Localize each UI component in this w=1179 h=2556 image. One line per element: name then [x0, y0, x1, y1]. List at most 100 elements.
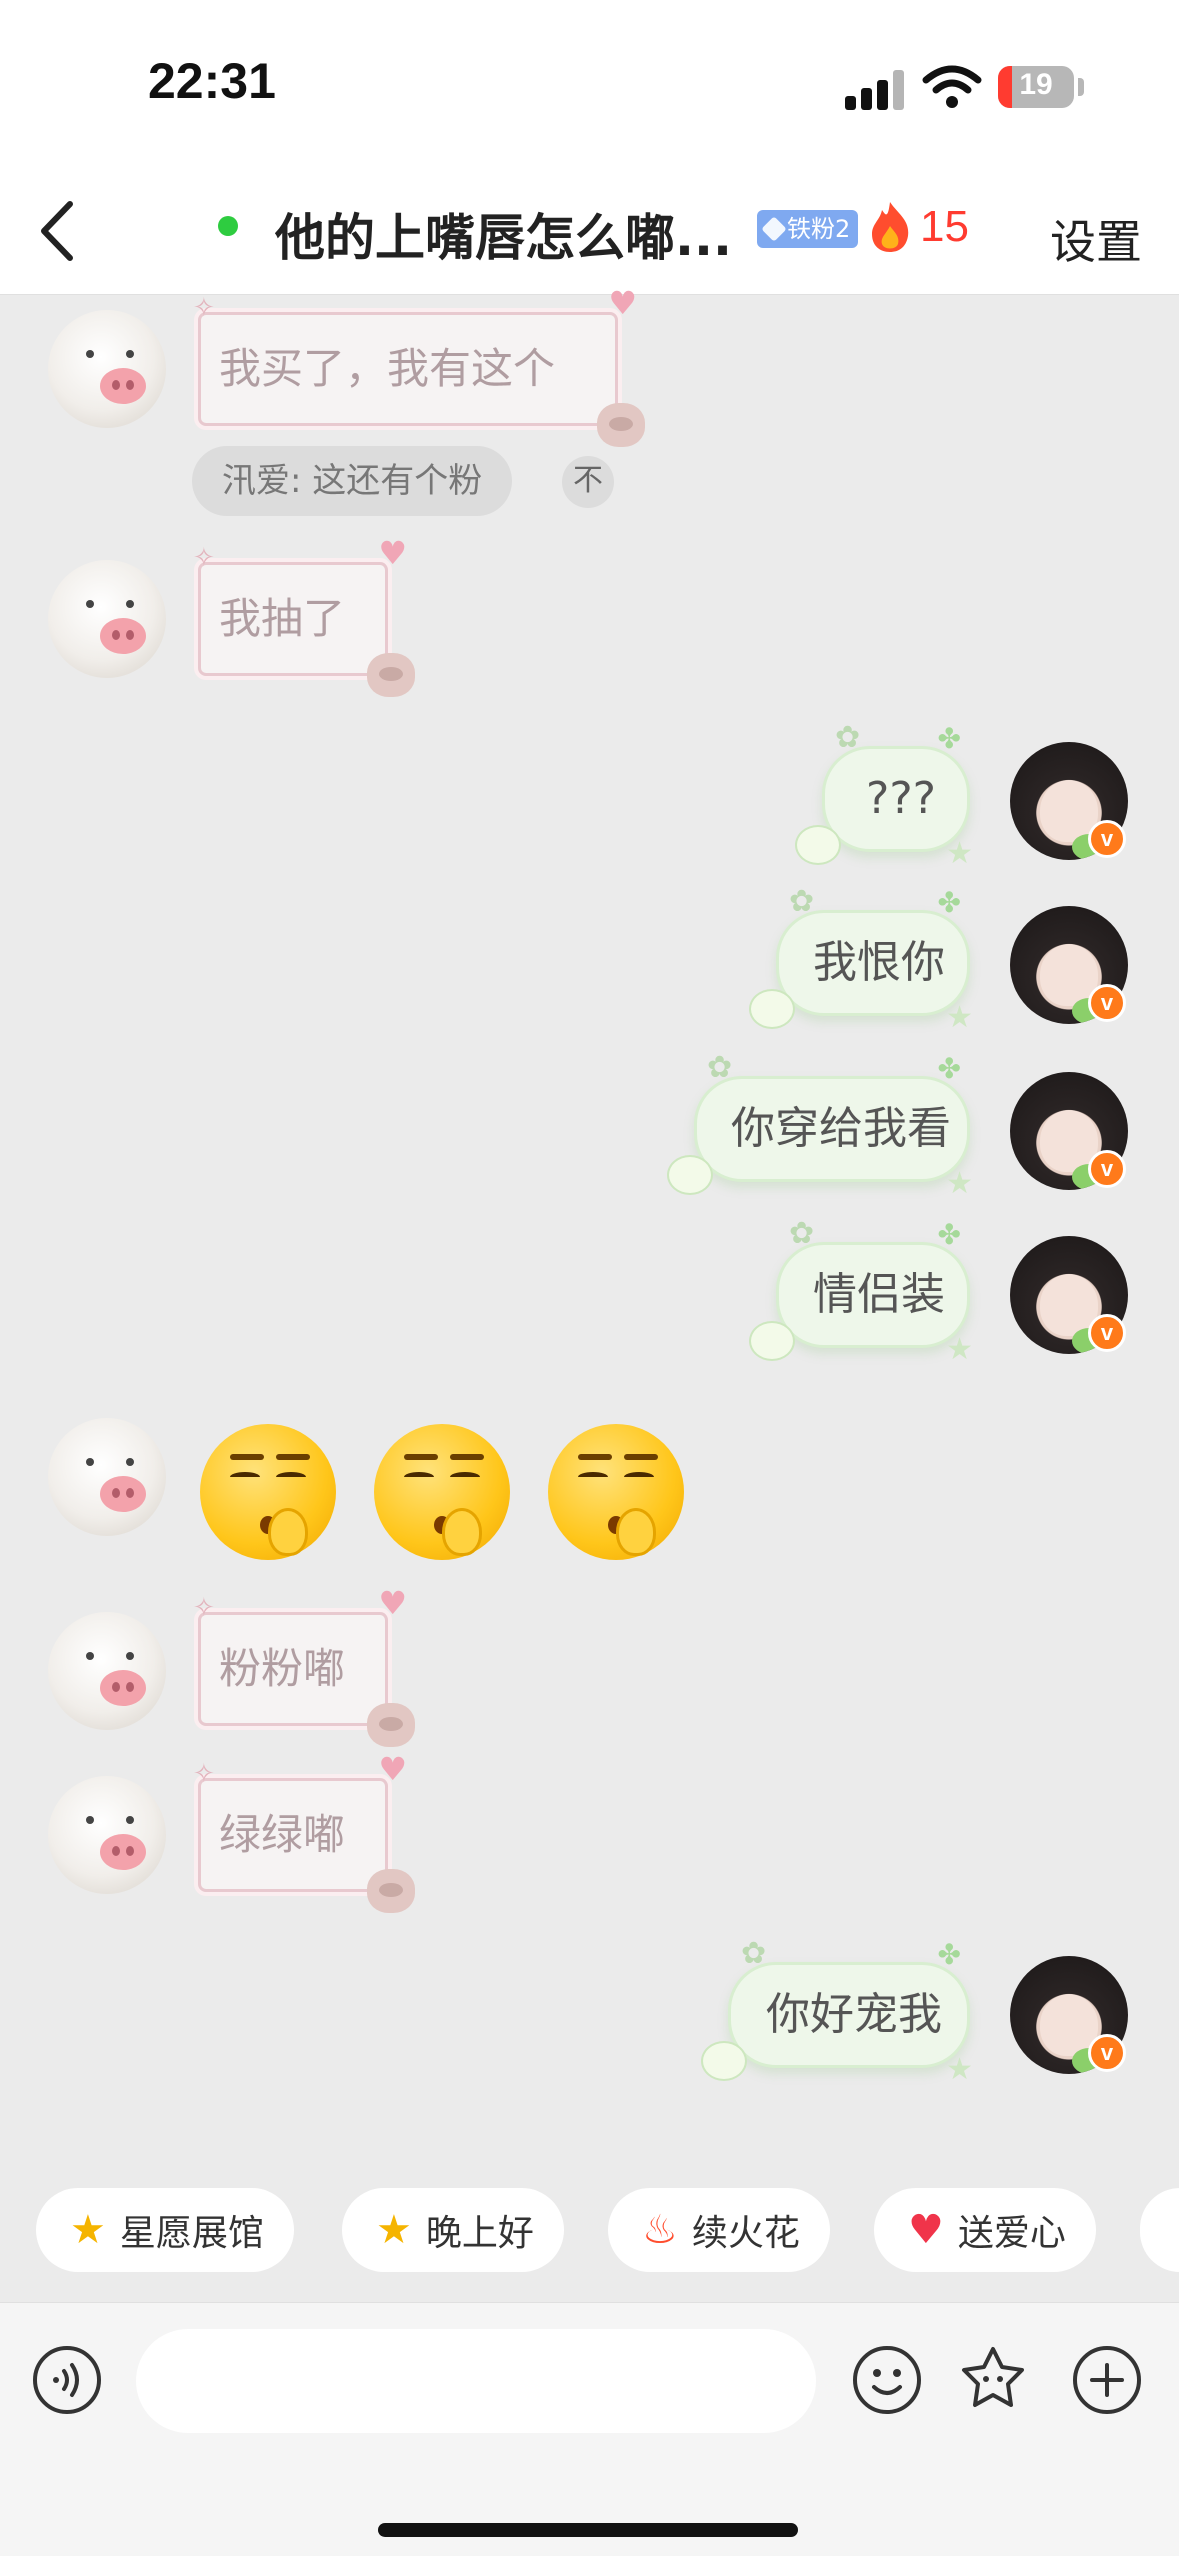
message-bubble[interactable]: ✿ 情侣装 ✤ ★ — [749, 1219, 973, 1365]
fan-level-label: 铁粉2 — [787, 215, 851, 243]
message-text: 我恨你 — [813, 937, 945, 988]
message-text: 绿绿嘟 — [219, 1810, 346, 1859]
message-bubble[interactable]: ✿ ??? ✤ ★ — [795, 723, 973, 869]
bow-icon: ✧ — [193, 543, 215, 573]
message-bubble[interactable]: ✿ 我恨你 ✤ ★ — [749, 887, 973, 1033]
star-sticker-icon: ★ — [946, 1332, 973, 1367]
fan-level-badge[interactable]: 铁粉2 — [757, 210, 859, 248]
home-indicator — [378, 2523, 798, 2537]
heart-icon: ♥ — [378, 534, 407, 572]
wifi-icon — [922, 65, 982, 108]
bear-sticker-icon — [367, 653, 415, 697]
shushing-smirk-face-icon[interactable] — [200, 1424, 336, 1560]
online-status-dot — [218, 216, 238, 236]
star-sticker-icon: ★ — [946, 836, 973, 871]
pig-avatar[interactable] — [48, 1418, 166, 1536]
settings-button[interactable]: 设置 — [1050, 206, 1142, 272]
heart-icon: ♥ — [378, 1584, 407, 1622]
quote-jump-button[interactable]: 不 — [562, 456, 614, 508]
spark-streak[interactable]: 15 — [868, 200, 969, 254]
apple-sticker-icon — [749, 1321, 795, 1361]
message-text: 我买了，我有这个 — [219, 344, 556, 393]
pig-avatar[interactable] — [48, 1776, 166, 1894]
message-text: 情侣装 — [813, 1269, 945, 1320]
chat-title[interactable]: 他的上嘴唇怎么嘟... — [275, 198, 735, 270]
heart-icon: ♥ — [378, 1750, 407, 1788]
star-sticker-icon: ★ — [946, 1166, 973, 1201]
status-time: 22:31 — [148, 53, 276, 109]
ribbon-icon: ✿ — [741, 1936, 767, 1971]
shushing-smirk-face-icon[interactable] — [374, 1424, 510, 1560]
verified-badge: v — [1088, 2034, 1126, 2072]
message-bubble[interactable]: ✿ 你好宠我 ✤ ★ — [701, 1939, 973, 2085]
star-face-icon: ★ — [376, 2207, 412, 2253]
emoji-button[interactable] — [852, 2345, 922, 2415]
clover-icon: ✤ — [937, 722, 961, 755]
pig-avatar[interactable] — [48, 310, 166, 428]
clover-icon: ✤ — [937, 1218, 961, 1251]
chip-send-heart[interactable]: ♥ 送爱心 — [874, 2188, 1096, 2272]
bear-sticker-icon — [597, 403, 645, 447]
chip-more[interactable] — [1140, 2188, 1179, 2272]
status-bar: 22:31 19 — [0, 0, 1179, 170]
message-text: 我抽了 — [219, 594, 346, 643]
chip-continue-spark[interactable]: ♨ 续火花 — [608, 2188, 830, 2272]
sticker-button[interactable] — [958, 2343, 1028, 2413]
message-bubble[interactable]: ✧ 粉粉嘟 ♥ — [193, 1587, 415, 1747]
star-sticker-icon: ★ — [946, 1000, 973, 1035]
bow-icon: ✧ — [193, 293, 215, 323]
message-bubble[interactable]: ✧ 我抽了 ♥ — [193, 537, 415, 697]
battery-percent: 19 — [1019, 68, 1053, 101]
voice-button[interactable] — [32, 2345, 102, 2415]
pig-avatar[interactable] — [48, 1612, 166, 1730]
ribbon-icon: ✿ — [789, 884, 815, 919]
streak-count: 15 — [920, 202, 969, 251]
chip-star-gallery[interactable]: ★ 星愿展馆 — [36, 2188, 294, 2272]
input-bar — [0, 2302, 1179, 2556]
diamond-icon — [761, 216, 787, 242]
chat-header: 他的上嘴唇怎么嘟... 铁粉2 15 设置 — [0, 170, 1179, 295]
apple-sticker-icon — [795, 825, 841, 865]
apple-sticker-icon — [667, 1155, 713, 1195]
heart-icon: ♥ — [908, 2207, 944, 2253]
bow-icon: ✧ — [193, 1759, 215, 1789]
message-text: ??? — [865, 773, 937, 824]
signal-icon — [845, 70, 907, 110]
star-sticker-icon: ★ — [946, 2052, 973, 2087]
verified-badge: v — [1088, 1150, 1126, 1188]
quoted-message[interactable]: 汛爱: 这还有个粉 — [192, 446, 513, 516]
heart-icon: ♥ — [608, 284, 637, 322]
ribbon-icon: ✿ — [789, 1216, 815, 1251]
shushing-smirk-face-icon[interactable] — [548, 1424, 684, 1560]
message-bubble[interactable]: ✧ 我买了，我有这个 ♥ — [193, 287, 645, 447]
chip-good-evening[interactable]: ★ 晚上好 — [342, 2188, 564, 2272]
more-plus-button[interactable] — [1072, 2345, 1142, 2415]
message-text: 粉粉嘟 — [219, 1644, 346, 1693]
clover-icon: ✤ — [937, 886, 961, 919]
ribbon-icon: ✿ — [835, 720, 861, 755]
flame-icon: ♨ — [642, 2207, 678, 2253]
battery-cap — [1078, 78, 1084, 96]
back-arrow-icon[interactable] — [30, 196, 90, 266]
apple-sticker-icon — [701, 2041, 747, 2081]
chip-label: 送爱心 — [957, 2213, 1066, 2254]
clover-icon: ✤ — [937, 1052, 961, 1085]
chip-label: 星愿展馆 — [119, 2213, 264, 2254]
apple-sticker-icon — [749, 989, 795, 1029]
pig-avatar[interactable] — [48, 560, 166, 678]
quick-action-chips: ★ 星愿展馆 ★ 晚上好 ♨ 续火花 ♥ 送爱心 — [0, 2188, 1179, 2278]
ribbon-icon: ✿ — [707, 1050, 733, 1085]
message-bubble[interactable]: ✿ 你穿给我看 ✤ ★ — [667, 1053, 973, 1199]
bear-sticker-icon — [367, 1703, 415, 1747]
flame-icon — [872, 202, 909, 252]
message-text: 你穿给我看 — [731, 1103, 951, 1154]
verified-badge: v — [1088, 1314, 1126, 1352]
message-input[interactable] — [136, 2329, 816, 2433]
chip-label: 续火花 — [691, 2213, 800, 2254]
verified-badge: v — [1088, 984, 1126, 1022]
bear-sticker-icon — [367, 1869, 415, 1913]
verified-badge: v — [1088, 820, 1126, 858]
battery-icon: 19 — [998, 66, 1074, 108]
clover-icon: ✤ — [937, 1938, 961, 1971]
message-bubble[interactable]: ✧ 绿绿嘟 ♥ — [193, 1753, 415, 1913]
